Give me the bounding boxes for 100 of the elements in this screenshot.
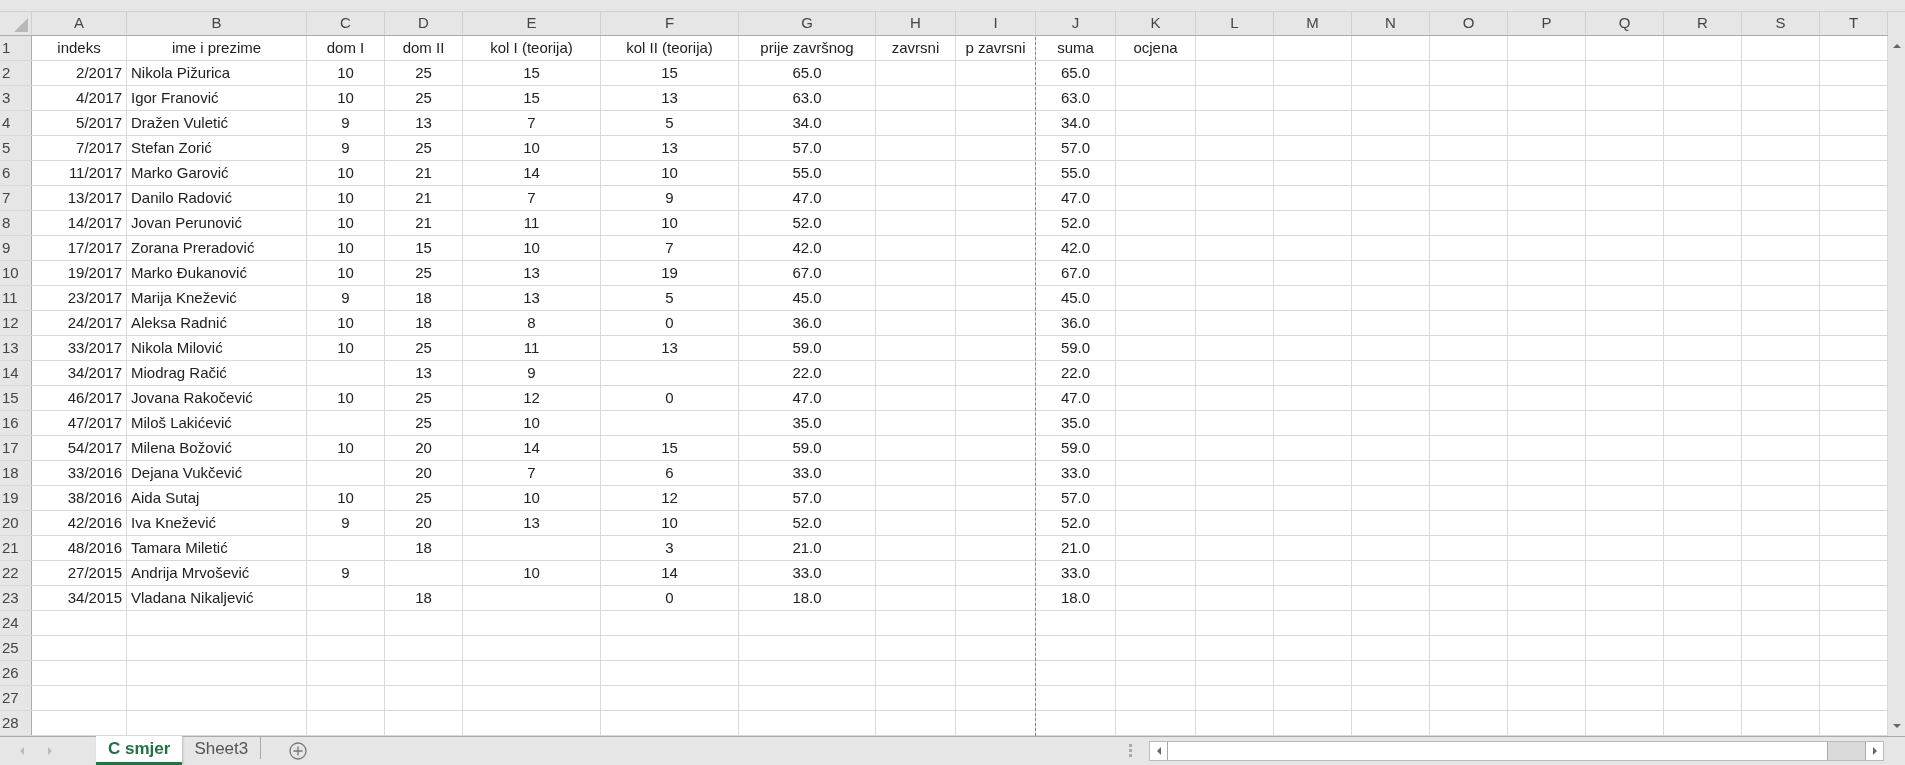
table-cell-text: Igor Franović — [131, 87, 219, 108]
table-cell-text: 59.0 — [792, 337, 822, 358]
column-header[interactable]: T — [1848, 12, 1859, 35]
column-header[interactable]: I — [993, 12, 998, 35]
table-cell-text: 13 — [523, 287, 540, 308]
table-cell-text: Tamara Miletić — [131, 537, 228, 558]
table-cell-text: 7 — [527, 112, 536, 133]
table-cell-text: 10 — [523, 137, 540, 158]
column-header[interactable]: P — [1541, 12, 1552, 35]
table-cell-text: 10 — [337, 212, 354, 233]
table-cell-text: 34/2015 — [67, 587, 122, 608]
table-cell-text: 6 — [665, 462, 674, 483]
table-cell-text: 10 — [337, 337, 354, 358]
table-cell-text: 13 — [415, 362, 432, 383]
table-cell-text: 14/2017 — [67, 212, 122, 233]
table-cell-text: 4/2017 — [76, 87, 122, 108]
table-cell-text: 10 — [661, 162, 678, 183]
table-cell-text: 25 — [415, 387, 432, 408]
table-cell-text: 55.0 — [792, 162, 822, 183]
table-cell-text: 7 — [665, 237, 674, 258]
table-cell-text: Marija Knežević — [131, 287, 237, 308]
previous-sheet-icon[interactable] — [18, 746, 26, 756]
table-cell-text: zavrsni — [891, 37, 940, 58]
table-cell-text: Aleksa Radnić — [131, 312, 227, 333]
table-cell-text: 65.0 — [792, 62, 822, 83]
column-header[interactable]: A — [74, 12, 84, 35]
table-cell-text: 10 — [337, 312, 354, 333]
table-cell-text: 18.0 — [1060, 587, 1091, 608]
horizontal-scrollbar[interactable] — [1149, 741, 1884, 761]
table-cell-text: 59.0 — [792, 437, 822, 458]
table-cell-text: 67.0 — [1060, 262, 1091, 283]
column-header[interactable]: S — [1775, 12, 1786, 35]
table-cell-text: 21 — [415, 162, 432, 183]
table-cell-text: 25 — [415, 337, 432, 358]
column-header[interactable]: H — [910, 12, 921, 35]
table-cell-text: 21.0 — [1060, 537, 1091, 558]
table-cell-text: suma — [1057, 37, 1094, 58]
column-header[interactable]: C — [340, 12, 351, 35]
table-cell-text: 67.0 — [792, 262, 822, 283]
splitter-icon[interactable] — [1129, 743, 1133, 759]
table-cell-text: 10 — [337, 187, 354, 208]
add-sheet-icon[interactable] — [289, 742, 308, 760]
table-cell-text: 0 — [665, 387, 674, 408]
column-header[interactable]: J — [1071, 12, 1080, 35]
table-cell-text: 7 — [527, 187, 536, 208]
table-cell-text: prije završnog — [760, 37, 854, 58]
table-cell-text: 9 — [665, 187, 674, 208]
table-cell-text: 22.0 — [792, 362, 822, 383]
table-cell-text: 10 — [337, 487, 354, 508]
table-cell-text: 15 — [661, 437, 678, 458]
column-header[interactable]: R — [1697, 12, 1708, 35]
table-cell-text: 36.0 — [792, 312, 822, 333]
table-cell-text: 34.0 — [792, 112, 822, 133]
table-cell-text: 9 — [527, 362, 536, 383]
table-cell-text: 13 — [523, 512, 540, 533]
table-cell-text: 47.0 — [1060, 187, 1091, 208]
table-cell-text: 47/2017 — [67, 412, 122, 433]
column-header[interactable]: M — [1306, 12, 1319, 35]
next-sheet-icon[interactable] — [46, 746, 54, 756]
table-cell-text: Marko Đukanović — [131, 262, 247, 283]
table-cell-text: Iva Knežević — [131, 512, 217, 533]
table-cell-text: 9 — [341, 512, 350, 533]
table-cell-text: Miodrag Račić — [131, 362, 227, 383]
table-cell-text: 35.0 — [792, 412, 822, 433]
table-cell-text: 33.0 — [792, 462, 822, 483]
column-header[interactable]: L — [1230, 12, 1239, 35]
table-cell-text: 34.0 — [1060, 112, 1091, 133]
table-cell-text: Andrija Mrvošević — [131, 562, 250, 583]
column-header[interactable]: E — [526, 12, 537, 35]
table-cell-text: 5 — [665, 112, 674, 133]
table-cell-text: 18 — [415, 537, 432, 558]
table-cell-text: 20 — [415, 462, 432, 483]
table-cell-text: 10 — [523, 237, 540, 258]
table-cell-text: 8 — [527, 312, 536, 333]
table-cell-text: 13 — [415, 112, 432, 133]
table-cell-text: 10 — [337, 87, 354, 108]
table-cell-text: 52.0 — [792, 212, 822, 233]
table-cell-text: 42/2016 — [67, 512, 122, 533]
scroll-right-icon[interactable] — [1870, 746, 1879, 756]
table-cell-text: 2/2017 — [76, 62, 122, 83]
table-cell-text: 23/2017 — [67, 287, 122, 308]
column-header[interactable]: B — [211, 12, 222, 35]
column-header[interactable]: K — [1150, 12, 1161, 35]
table-cell-text: 38/2016 — [67, 487, 122, 508]
column-header[interactable]: F — [664, 12, 675, 35]
sheet-tab[interactable]: Sheet3 — [182, 736, 262, 759]
column-header[interactable]: Q — [1618, 12, 1631, 35]
column-header[interactable]: G — [801, 12, 813, 35]
table-cell-text: 25 — [415, 62, 432, 83]
table-cell-text: 5 — [665, 287, 674, 308]
table-cell-text: 18 — [415, 587, 432, 608]
sheet-tab[interactable]: C smjer — [96, 736, 183, 765]
table-cell-text: 10 — [337, 62, 354, 83]
column-header[interactable]: D — [418, 12, 429, 35]
select-all-icon[interactable] — [14, 18, 28, 32]
table-cell-text: 0 — [665, 312, 674, 333]
table-cell-text: kol II (teorija) — [626, 37, 713, 58]
table-cell-text: 33.0 — [1060, 562, 1091, 583]
column-header[interactable]: O — [1462, 12, 1475, 35]
column-header[interactable]: N — [1385, 12, 1396, 35]
